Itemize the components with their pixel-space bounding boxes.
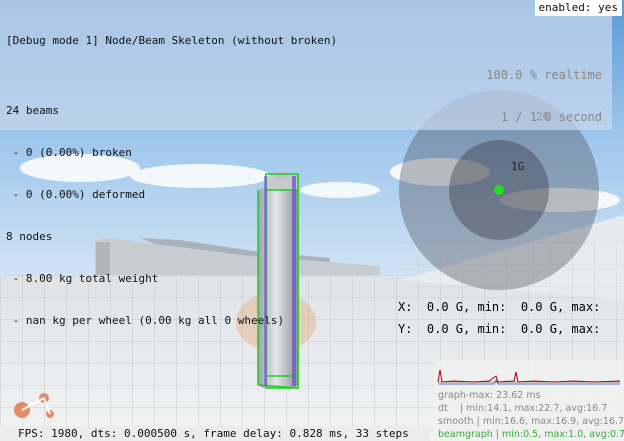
debug-line: - 0 (0.00%) broken — [6, 146, 132, 159]
realtime-percent: 100.0 % realtime — [486, 68, 602, 82]
graph-beam: beamgraph | min:0.5, max:1.0, avg:0.7 — [438, 429, 624, 440]
realtime-display: 100.0 % realtime 1 / 1.0 second — [486, 40, 602, 152]
graph-smooth: smooth | min:16.6, max:16.9, avg:16.7 — [438, 416, 624, 427]
frame-graph-stats: graph-max: 23.62 ms dt | min:14.1, max:2… — [438, 389, 624, 441]
gforce-x-readout: X: 0.0 G, min: 0.0 G, max: — [398, 300, 601, 314]
debug-text: [Debug mode 1] Node/Beam Skeleton (witho… — [6, 6, 337, 356]
debug-line: - 8.00 kg total weight — [6, 272, 159, 285]
debug-panel: [Debug mode 1] Node/Beam Skeleton (witho… — [0, 0, 612, 327]
status-text: FPS: 1980, dts: 0.000500 s, frame delay:… — [18, 427, 409, 440]
debug-line: 24 beams — [6, 104, 59, 117]
debug-line: - 0 (0.00%) deformed — [6, 188, 146, 201]
gforce-readout: X: 0.0 G, min: 0.0 G, max: Y: 0.0 G, min… — [398, 296, 600, 340]
graph-dt: dt | min:14.1, max:22.7, avg:16.7 — [438, 403, 608, 414]
enabled-status-badge: enabled: yes — [534, 0, 622, 16]
gforce-dot — [494, 185, 504, 195]
debug-title: [Debug mode 1] Node/Beam Skeleton (witho… — [6, 34, 338, 47]
gforce-outer-label: 2G — [536, 110, 550, 123]
frame-graph-panel: graph-max: 23.62 ms dt | min:14.1, max:2… — [434, 360, 624, 441]
debug-line: - nan kg per wheel (0.00 kg all 0 wheels… — [6, 314, 285, 327]
gforce-inner-label: 1G — [511, 160, 525, 173]
gforce-y-readout: Y: 0.0 G, min: 0.0 G, max: — [398, 322, 601, 336]
frame-graph — [437, 369, 621, 385]
graph-max: graph-max: 23.62 ms — [438, 390, 541, 401]
debug-line: 8 nodes — [6, 230, 53, 243]
status-bar: FPS: 1980, dts: 0.000500 s, frame delay:… — [0, 426, 430, 441]
